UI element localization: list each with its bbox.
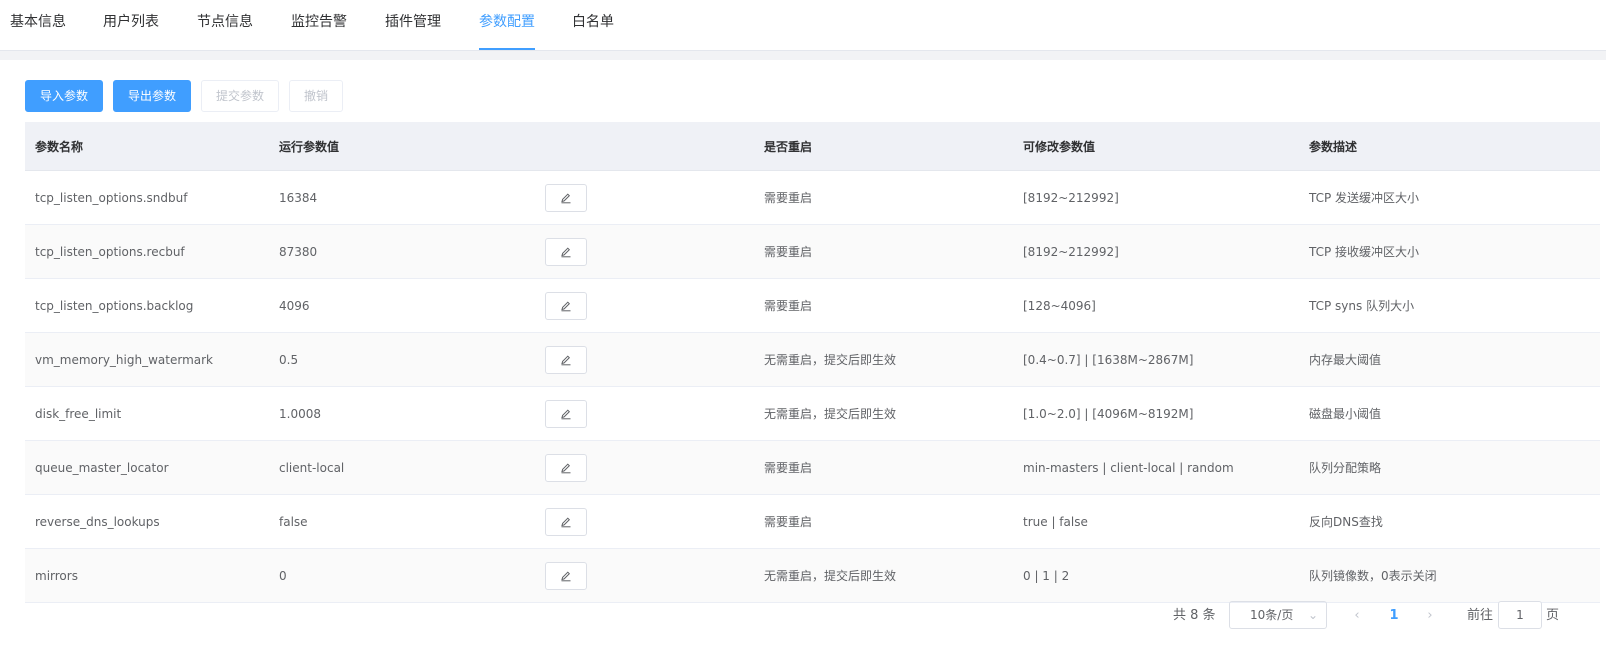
running-value: client-local (279, 460, 345, 475)
next-page-button[interactable]: › (1418, 601, 1442, 631)
pencil-edit-icon (561, 570, 571, 581)
chevron-right-icon: › (1427, 608, 1433, 623)
modifiable-range: [0.4~0.7] | [1638M~2867M] (1023, 352, 1194, 367)
param-name: queue_master_locator (35, 460, 169, 475)
table-row: reverse_dns_lookups false 需要重启 true | fa… (25, 495, 1600, 549)
modifiable-range: [128~4096] (1023, 298, 1096, 313)
tab-basic-info[interactable]: 基本信息 (10, 0, 66, 50)
running-value: 16384 (279, 190, 318, 205)
edit-button[interactable] (545, 291, 587, 320)
restart-required: 需要重启 (764, 515, 813, 529)
restart-required: 需要重启 (764, 245, 813, 259)
chevron-left-icon: ‹ (1354, 608, 1360, 623)
running-value: false (279, 514, 308, 529)
param-description: 反向DNS查找 (1309, 515, 1383, 529)
param-description: 磁盘最小阈值 (1309, 407, 1382, 421)
modifiable-range: [8192~212992] (1023, 190, 1119, 205)
goto-label: 前往 (1467, 608, 1494, 623)
modifiable-range: true | false (1023, 514, 1088, 529)
param-name: tcp_listen_options.recbuf (35, 244, 185, 259)
prev-page-button[interactable]: ‹ (1345, 601, 1369, 631)
active-tab-indicator (479, 48, 535, 50)
modifiable-range: [1.0~2.0] | [4096M~8192M] (1023, 406, 1194, 421)
edit-button[interactable] (545, 561, 587, 590)
param-name: vm_memory_high_watermark (35, 352, 213, 367)
pencil-edit-icon (561, 516, 571, 527)
pencil-edit-icon (561, 246, 571, 257)
pencil-edit-icon (561, 354, 571, 365)
table-header: 参数名称 运行参数值 是否重启 可修改参数值 参数描述 (25, 122, 1600, 171)
edit-button[interactable] (545, 345, 587, 374)
param-name: mirrors (35, 568, 78, 583)
pagination-total: 共 8 条 (1173, 608, 1216, 623)
tab-node-info[interactable]: 节点信息 (197, 0, 253, 50)
param-name: tcp_listen_options.sndbuf (35, 190, 188, 205)
param-description: TCP syns 队列大小 (1309, 299, 1415, 313)
table-row: mirrors 0 无需重启，提交后即生效 0 | 1 | 2 队列镜像数，0表… (25, 549, 1600, 603)
col-header-restart: 是否重启 (764, 139, 813, 154)
tab-user-list[interactable]: 用户列表 (103, 0, 159, 50)
col-header-modifiable-range: 可修改参数值 (1023, 139, 1096, 154)
table-row: tcp_listen_options.recbuf 87380 需要重启 [81… (25, 225, 1600, 279)
modifiable-range: 0 | 1 | 2 (1023, 568, 1070, 583)
goto-page-input[interactable] (1498, 601, 1542, 629)
tab-plugin-management[interactable]: 插件管理 (385, 0, 441, 50)
edit-button[interactable] (545, 183, 587, 212)
tab-whitelist[interactable]: 白名单 (572, 0, 614, 50)
restart-required: 需要重启 (764, 299, 813, 313)
table-row: queue_master_locator client-local 需要重启 m… (25, 441, 1600, 495)
running-value: 87380 (279, 244, 318, 259)
table-row: tcp_listen_options.sndbuf 16384 需要重启 [81… (25, 171, 1600, 225)
edit-button[interactable] (545, 507, 587, 536)
parameter-config-panel: 导入参数 导出参数 提交参数 撤销 参数名称 运行参数值 是否重启 可修改参数值… (0, 60, 1606, 651)
restart-required: 无需重启，提交后即生效 (764, 407, 897, 421)
param-description: 队列镜像数，0表示关闭 (1309, 569, 1437, 583)
restart-required: 无需重启，提交后即生效 (764, 569, 897, 583)
page-number-current[interactable]: 1 (1384, 601, 1404, 631)
param-description: 队列分配策略 (1309, 461, 1382, 475)
param-description: TCP 发送缓冲区大小 (1309, 191, 1420, 205)
submit-params-button[interactable]: 提交参数 (201, 80, 279, 112)
edit-button[interactable] (545, 453, 587, 482)
pencil-edit-icon (561, 300, 571, 311)
parameter-table: 参数名称 运行参数值 是否重启 可修改参数值 参数描述 tcp_listen_o… (25, 122, 1600, 603)
modifiable-range: min-masters | client-local | random (1023, 460, 1234, 475)
tab-monitor-alarm[interactable]: 监控告警 (291, 0, 347, 50)
restart-required: 无需重启，提交后即生效 (764, 353, 897, 367)
table-row: vm_memory_high_watermark 0.5 无需重启，提交后即生效… (25, 333, 1600, 387)
restart-required: 需要重启 (764, 191, 813, 205)
import-params-button[interactable]: 导入参数 (25, 80, 103, 112)
table-row: tcp_listen_options.backlog 4096 需要重启 [12… (25, 279, 1600, 333)
page-size-select[interactable]: 10条/页 ⌄ (1229, 601, 1327, 629)
param-description: 内存最大阈值 (1309, 353, 1382, 367)
running-value: 1.0008 (279, 406, 321, 421)
page-size-value: 10条/页 (1250, 608, 1294, 622)
restart-required: 需要重启 (764, 461, 813, 475)
param-name: disk_free_limit (35, 406, 122, 421)
chevron-down-icon: ⌄ (1307, 608, 1318, 622)
edit-button[interactable] (545, 399, 587, 428)
running-value: 0.5 (279, 352, 299, 367)
goto-unit-label: 页 (1546, 608, 1560, 623)
running-value: 0 (279, 568, 287, 583)
param-name: tcp_listen_options.backlog (35, 298, 194, 313)
pencil-edit-icon (561, 408, 571, 419)
pencil-edit-icon (561, 192, 571, 203)
top-tab-bar: 基本信息 用户列表 节点信息 监控告警 插件管理 参数配置 白名单 (0, 0, 1606, 51)
tab-parameter-config[interactable]: 参数配置 (479, 0, 535, 50)
table-row: disk_free_limit 1.0008 无需重启，提交后即生效 [1.0~… (25, 387, 1600, 441)
param-description: TCP 接收缓冲区大小 (1309, 245, 1420, 259)
col-header-running-value: 运行参数值 (279, 139, 340, 154)
running-value: 4096 (279, 298, 310, 313)
col-header-param-name: 参数名称 (35, 139, 84, 154)
param-name: reverse_dns_lookups (35, 514, 160, 529)
modifiable-range: [8192~212992] (1023, 244, 1119, 259)
col-header-description: 参数描述 (1309, 139, 1358, 154)
export-params-button[interactable]: 导出参数 (113, 80, 191, 112)
pencil-edit-icon (561, 462, 571, 473)
revoke-button[interactable]: 撤销 (289, 80, 343, 112)
edit-button[interactable] (545, 237, 587, 266)
